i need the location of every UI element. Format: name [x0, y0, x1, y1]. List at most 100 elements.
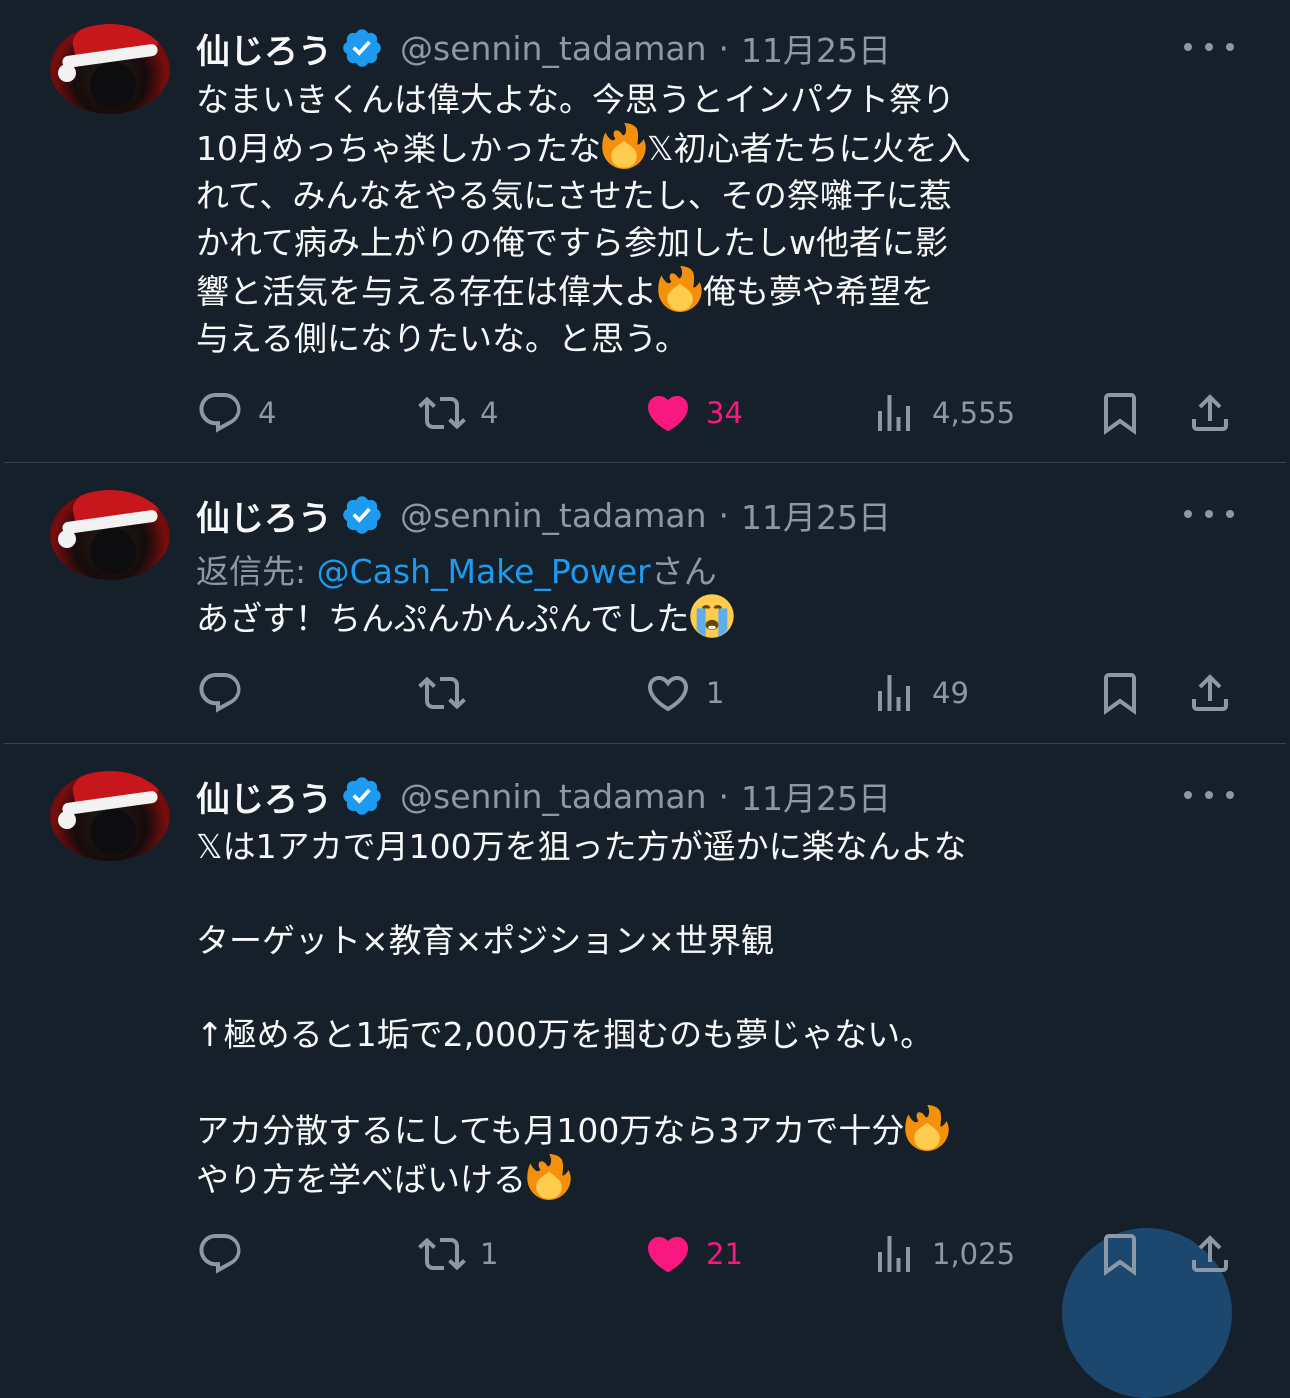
tweet-line: あざす！ちんぷんかんぷんでした: [196, 593, 1246, 642]
tweet-line: やり方を学べばいける: [196, 1154, 1246, 1203]
repost-arrows-icon: [418, 396, 466, 430]
share-button[interactable]: [1186, 668, 1234, 718]
fire-emoji-icon: [602, 123, 646, 169]
tweet-line: かれて病み上がりの俺ですら参加したしw他者に影: [196, 223, 948, 262]
views-button[interactable]: 4,555: [870, 388, 1015, 438]
reply-button[interactable]: 4: [196, 388, 276, 438]
reply-bubble-icon: [199, 673, 241, 713]
tweet-header: 仙じろう @sennin_tadaman · 11月25日: [196, 772, 891, 821]
action-bar: 1 49: [196, 668, 1236, 718]
like-button[interactable]: 1: [644, 668, 724, 718]
tweet-date[interactable]: 11月25日: [741, 24, 891, 72]
views-button[interactable]: 49: [870, 668, 969, 718]
tweet-line: 与える側になりたいな。と思う。: [196, 319, 689, 358]
tweet-header: 仙じろう @sennin_tadaman · 11月25日: [196, 491, 891, 540]
heart-outline-icon: [647, 676, 689, 712]
bookmark-button[interactable]: [1096, 1229, 1144, 1279]
tweet-line: 響と活気を与える存在は偉大よ 俺も夢や希望を: [196, 266, 1246, 315]
fire-emoji-icon: [658, 266, 702, 312]
bookmark-icon: [1104, 673, 1136, 715]
repost-button[interactable]: 1: [418, 1229, 498, 1279]
separator-dot: ·: [718, 495, 730, 535]
reply-button[interactable]: [196, 668, 258, 718]
timeline-feed: 仙じろう @sennin_tadaman · 11月25日 なまいきくんは偉大よ…: [0, 0, 1290, 1398]
display-name[interactable]: 仙じろう: [196, 491, 332, 540]
share-upload-icon: [1192, 394, 1228, 431]
repost-count: 1: [480, 1237, 499, 1271]
separator-dot: ·: [718, 28, 730, 68]
repost-arrows-icon: [418, 1237, 466, 1271]
like-count: 1: [706, 676, 725, 710]
more-dots-icon[interactable]: [1184, 499, 1234, 529]
bookmark-icon: [1104, 1234, 1136, 1276]
more-dots-icon[interactable]: [1184, 780, 1234, 810]
reply-button[interactable]: [196, 1229, 258, 1279]
repost-arrows-icon: [418, 676, 466, 710]
user-handle[interactable]: @sennin_tadaman: [400, 29, 707, 68]
tweet-text: 𝕏は1アカで月100万を狙った方が遥かに楽なんよな ターゲット×教育×ポジション…: [196, 823, 1246, 1203]
share-button[interactable]: [1186, 388, 1234, 438]
bookmark-button[interactable]: [1096, 388, 1144, 438]
repost-button[interactable]: [418, 668, 480, 718]
fire-emoji-icon: [905, 1105, 950, 1151]
like-count: 34: [706, 396, 743, 430]
share-button[interactable]: [1186, 1229, 1234, 1279]
like-count: 21: [706, 1237, 743, 1271]
heart-icon: [647, 396, 689, 432]
heart-icon: [647, 1237, 689, 1273]
tweet-date[interactable]: 11月25日: [741, 772, 891, 820]
separator-dot: ·: [718, 776, 730, 816]
user-handle[interactable]: @sennin_tadaman: [400, 777, 707, 816]
more-dots-icon[interactable]: [1184, 32, 1234, 62]
avatar[interactable]: [50, 24, 170, 114]
reply-suffix: さん: [650, 552, 717, 591]
reply-context: 返信先: @Cash_Make_Powerさん: [196, 545, 717, 593]
avatar[interactable]: [50, 771, 170, 861]
tweet-text: なまいきくんは偉大よな。今思うとインパクト祭り 10月めっちゃ楽しかったな 𝕏初心…: [196, 76, 1246, 362]
views-bar-chart-icon: [878, 395, 910, 431]
views-button[interactable]: 1,025: [870, 1229, 1015, 1279]
reply-bubble-icon: [199, 393, 241, 433]
views-bar-chart-icon: [878, 675, 910, 711]
verified-badge-icon: [343, 777, 381, 815]
crying-face-emoji-icon: [690, 594, 735, 638]
reply-bubble-icon: [199, 1234, 241, 1274]
tweet-line: ↑極めると1垢で2,000万を掴むのも夢じゃない。: [196, 1015, 934, 1054]
views-bar-chart-icon: [878, 1236, 910, 1272]
repost-count: 4: [480, 396, 499, 430]
fire-emoji-icon: [527, 1154, 571, 1200]
tweet-header: 仙じろう @sennin_tadaman · 11月25日: [196, 24, 891, 73]
view-count: 1,025: [932, 1237, 1016, 1271]
tweet-line: 𝕏は1アカで月100万を狙った方が遥かに楽なんよな: [196, 827, 967, 866]
reply-mention-link[interactable]: @Cash_Make_Power: [317, 552, 651, 591]
reply-prefix: 返信先:: [196, 552, 317, 591]
display-name[interactable]: 仙じろう: [196, 772, 332, 821]
repost-button[interactable]: 4: [418, 388, 498, 438]
verified-badge-icon: [343, 496, 381, 534]
action-bar: 4 4 34 4,555: [196, 388, 1236, 438]
tweet[interactable]: 仙じろう @sennin_tadaman · 11月25日 返信先: @Cash…: [0, 463, 1290, 743]
like-button[interactable]: 34: [644, 388, 743, 438]
display-name[interactable]: 仙じろう: [196, 24, 332, 73]
tweet[interactable]: 仙じろう @sennin_tadaman · 11月25日 なまいきくんは偉大よ…: [0, 0, 1290, 462]
share-upload-icon: [1192, 1235, 1228, 1272]
user-handle[interactable]: @sennin_tadaman: [400, 496, 707, 535]
tweet-text: あざす！ちんぷんかんぷんでした: [196, 593, 1246, 642]
reply-count: 4: [258, 396, 277, 430]
tweet[interactable]: 仙じろう @sennin_tadaman · 11月25日 𝕏は1アカで月100…: [0, 744, 1290, 1398]
share-upload-icon: [1192, 674, 1228, 711]
tweet-date[interactable]: 11月25日: [741, 491, 891, 539]
bookmark-button[interactable]: [1096, 668, 1144, 718]
like-button[interactable]: 21: [644, 1229, 743, 1279]
tweet-line: アカ分散するにしても月100万なら3アカで十分: [196, 1105, 1246, 1154]
tweet-line: なまいきくんは偉大よな。今思うとインパクト祭り: [196, 80, 955, 119]
tweet-line: れて、みんなをやる気にさせたし、その祭囃子に惹: [196, 176, 952, 215]
view-count: 49: [932, 676, 969, 710]
avatar[interactable]: [50, 490, 170, 580]
view-count: 4,555: [932, 396, 1016, 430]
verified-badge-icon: [343, 29, 381, 67]
action-bar: 1 21 1,025: [196, 1229, 1236, 1279]
tweet-line: ターゲット×教育×ポジション×世界観: [196, 921, 774, 960]
bookmark-icon: [1104, 393, 1136, 435]
tweet-line: 10月めっちゃ楽しかったな 𝕏初心者たちに火を入: [196, 123, 1246, 172]
